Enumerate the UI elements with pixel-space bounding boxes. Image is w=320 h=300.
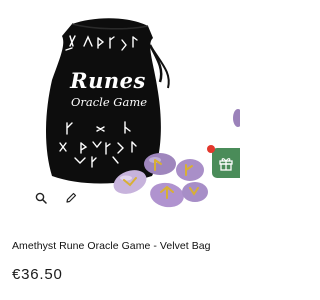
bag-print-subtitle: Oracle Game	[70, 95, 148, 109]
notification-badge	[207, 145, 215, 153]
pencil-icon	[66, 192, 77, 203]
product-price: €36.50	[12, 266, 63, 283]
magnifier-icon	[35, 192, 47, 204]
bag-print-title: Runes	[70, 68, 146, 93]
gift-icon	[219, 158, 233, 171]
gift-button[interactable]	[212, 148, 240, 178]
edit-button[interactable]	[64, 191, 78, 205]
zoom-button[interactable]	[34, 191, 48, 205]
product-image[interactable]: Runes Oracle Game	[0, 0, 240, 215]
product-title: Amethyst Rune Oracle Game - Velvet Bag	[12, 240, 211, 252]
